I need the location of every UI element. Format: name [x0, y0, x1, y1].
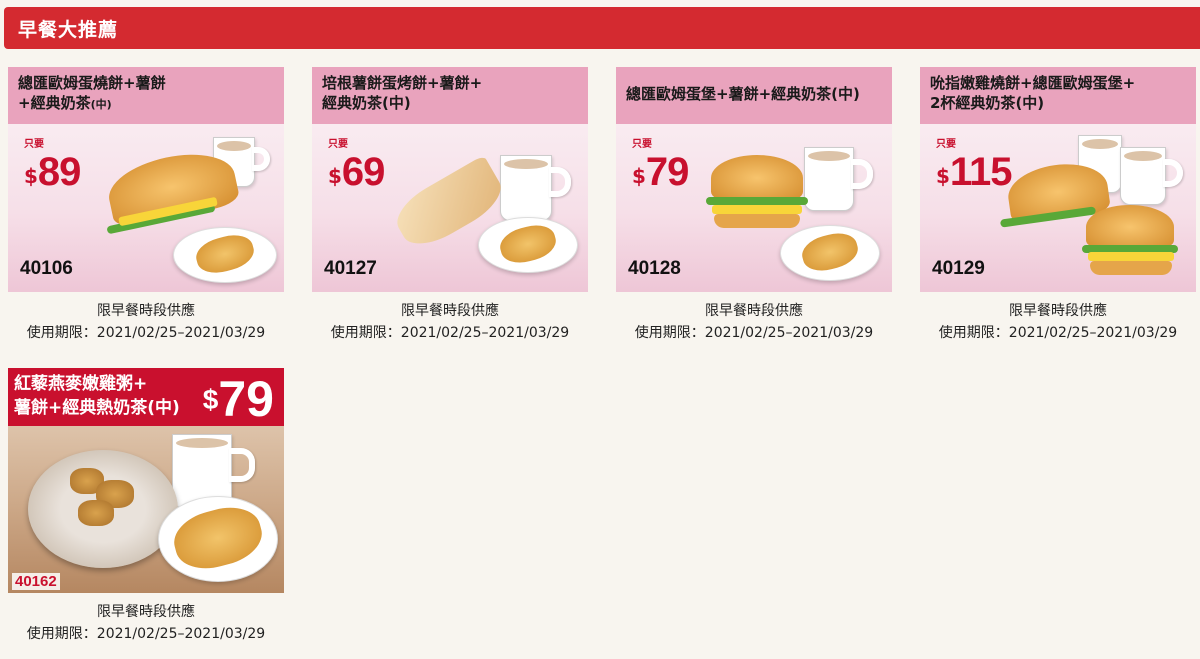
section-header: 早餐大推薦	[4, 7, 1200, 49]
coupon-title-line2: 薯餅+經典熱奶茶(中)	[14, 398, 180, 418]
coupon-caption: 限早餐時段供應 使用期限：2021/02/25–2021/03/29	[920, 300, 1196, 344]
price-value: 115	[949, 150, 1013, 194]
coupon-title: 培根薯餅蛋烤餅+薯餅+ 經典奶茶(中)	[312, 67, 588, 124]
availability-note: 限早餐時段供應	[97, 303, 195, 319]
coupon-title-line2: +經典奶茶	[18, 94, 91, 112]
coupon-title: 總匯歐姆蛋堡+薯餅+經典奶茶(中)	[616, 67, 892, 124]
egg-icon	[712, 205, 802, 214]
chicken-icon	[78, 500, 114, 526]
price-dollar: $	[632, 164, 646, 188]
coupon-image[interactable]: 培根薯餅蛋烤餅+薯餅+ 經典奶茶(中) 只要 $69 40127	[312, 67, 588, 292]
price-value: 79	[218, 371, 274, 427]
coupon-title-line1: 紅藜燕麥嫩雞粥+	[14, 374, 148, 394]
coupon-card-40162[interactable]: 紅藜燕麥嫩雞粥+ 薯餅+經典熱奶茶(中) $79 40162 限早餐時段供應 使…	[8, 368, 284, 645]
coupon-banner: 紅藜燕麥嫩雞粥+ 薯餅+經典熱奶茶(中) $79	[8, 368, 284, 428]
coupon-title: 吮指嫩雞燒餅+總匯歐姆蛋堡+ 2杯經典奶茶(中)	[920, 67, 1196, 124]
coupon-image[interactable]: 吮指嫩雞燒餅+總匯歐姆蛋堡+ 2杯經典奶茶(中) 只要 $115 40129	[920, 67, 1196, 292]
price-dollar: $	[936, 164, 950, 188]
availability-note: 限早餐時段供應	[1009, 303, 1107, 319]
burger-bun-icon	[1086, 205, 1174, 249]
mug-handle-icon	[549, 167, 571, 197]
coupon-code: 40106	[20, 258, 73, 279]
coupon-title-main: 培根薯餅蛋烤餅+薯餅+	[322, 74, 483, 92]
price-value: 69	[341, 150, 385, 194]
coupon-card-40129[interactable]: 吮指嫩雞燒餅+總匯歐姆蛋堡+ 2杯經典奶茶(中) 只要 $115 40129 限…	[920, 67, 1196, 344]
burger-bun-icon	[711, 155, 803, 201]
availability-note: 限早餐時段供應	[705, 303, 803, 319]
coupon-card-40128[interactable]: 總匯歐姆蛋堡+薯餅+經典奶茶(中) 只要 $79 40128 限早餐時段供應 使…	[616, 67, 892, 344]
coupon-code: 40129	[932, 258, 985, 279]
price-tag: 只要 $69	[328, 139, 385, 195]
availability-note: 限早餐時段供應	[97, 604, 195, 620]
coupon-image[interactable]: 紅藜燕麥嫩雞粥+ 薯餅+經典熱奶茶(中) $79 40162	[8, 368, 284, 593]
validity-period: 使用期限：2021/02/25–2021/03/29	[938, 325, 1178, 341]
bun-bottom-icon	[714, 214, 800, 228]
price-dollar: $	[24, 164, 38, 188]
lettuce-icon	[706, 197, 808, 205]
egg-icon	[1088, 252, 1174, 261]
price-tag: $79	[203, 370, 274, 428]
validity-period: 使用期限：2021/02/25–2021/03/29	[26, 626, 266, 642]
mug-handle-icon	[851, 159, 873, 189]
validity-period: 使用期限：2021/02/25–2021/03/29	[26, 325, 266, 341]
milk-tea-icon	[500, 155, 552, 221]
coupon-title: 總匯歐姆蛋燒餅+薯餅 +經典奶茶(中)	[8, 67, 284, 124]
coupon-title-main: 總匯歐姆蛋堡+薯餅+經典奶茶(中)	[626, 85, 860, 103]
coupon-caption: 限早餐時段供應 使用期限：2021/02/25–2021/03/29	[8, 601, 284, 645]
price-only-label: 只要	[936, 139, 956, 150]
coupon-code: 40127	[324, 258, 377, 279]
coupon-title-line2: 經典奶茶(中)	[322, 94, 411, 112]
coupon-image[interactable]: 總匯歐姆蛋堡+薯餅+經典奶茶(中) 只要 $79 40128	[616, 67, 892, 292]
price-tag: 只要 $115	[936, 139, 1013, 195]
availability-note: 限早餐時段供應	[401, 303, 499, 319]
coupon-code: 40162	[12, 573, 60, 590]
section-title: 早餐大推薦	[18, 19, 119, 41]
mug-handle-icon	[1163, 159, 1183, 187]
coupon-card-40127[interactable]: 培根薯餅蛋烤餅+薯餅+ 經典奶茶(中) 只要 $69 40127 限早餐時段供應…	[312, 67, 588, 344]
price-only-label: 只要	[24, 139, 44, 150]
coupon-title-size: (中)	[90, 98, 112, 111]
price-dollar: $	[202, 384, 219, 415]
coupon-caption: 限早餐時段供應 使用期限：2021/02/25–2021/03/29	[312, 300, 588, 344]
validity-period: 使用期限：2021/02/25–2021/03/29	[330, 325, 570, 341]
coupon-caption: 限早餐時段供應 使用期限：2021/02/25–2021/03/29	[8, 300, 284, 344]
price-tag: 只要 $79	[632, 139, 689, 195]
coupon-title-main: 總匯歐姆蛋燒餅+薯餅	[18, 74, 166, 92]
coupon-code: 40128	[628, 258, 681, 279]
coupon-card-40106[interactable]: 總匯歐姆蛋燒餅+薯餅 +經典奶茶(中) 只要 $89 40106 限早餐時段供應…	[8, 67, 284, 344]
mug-handle-icon	[252, 147, 270, 171]
price-value: 79	[645, 150, 689, 194]
coupon-title: 紅藜燕麥嫩雞粥+ 薯餅+經典熱奶茶(中)	[14, 372, 180, 420]
coupon-caption: 限早餐時段供應 使用期限：2021/02/25–2021/03/29	[616, 300, 892, 344]
milk-tea-icon	[804, 147, 854, 211]
coupon-title-line2: 2杯經典奶茶(中)	[930, 94, 1045, 112]
milk-tea-icon	[1120, 147, 1166, 205]
price-value: 89	[37, 150, 81, 194]
price-only-label: 只要	[632, 139, 652, 150]
price-tag: 只要 $89	[24, 139, 81, 195]
price-dollar: $	[328, 164, 342, 188]
coupon-title-main: 吮指嫩雞燒餅+總匯歐姆蛋堡+	[930, 74, 1136, 92]
coupon-image[interactable]: 總匯歐姆蛋燒餅+薯餅 +經典奶茶(中) 只要 $89 40106	[8, 67, 284, 292]
bun-bottom-icon	[1090, 261, 1172, 275]
price-only-label: 只要	[328, 139, 348, 150]
mug-handle-icon	[229, 448, 255, 482]
validity-period: 使用期限：2021/02/25–2021/03/29	[634, 325, 874, 341]
